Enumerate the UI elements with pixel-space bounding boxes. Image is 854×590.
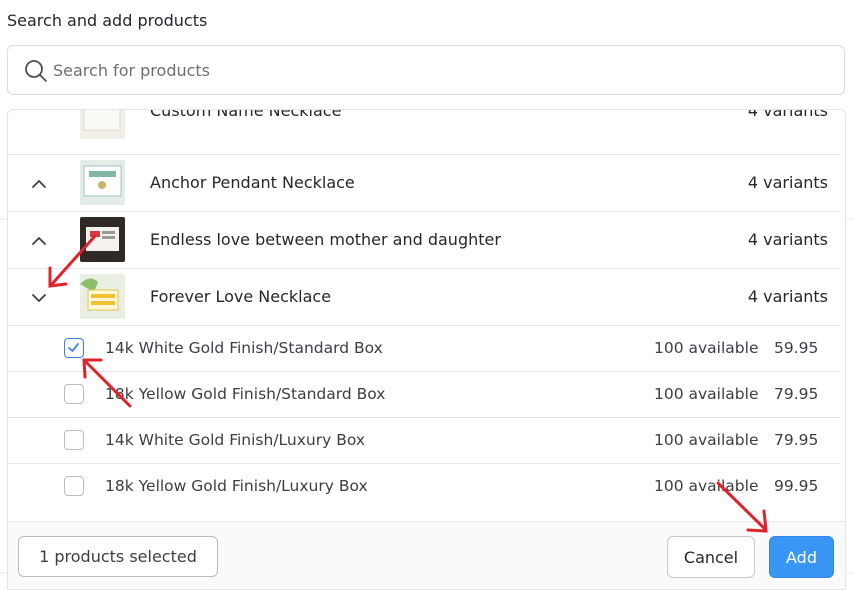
variant-availability: 100 available <box>654 385 759 403</box>
product-row[interactable]: Anchor Pendant Necklace 4 variants <box>8 155 840 212</box>
product-name: Forever Love Necklace <box>150 287 332 306</box>
product-name: Anchor Pendant Necklace <box>150 173 355 192</box>
product-thumbnail <box>80 160 125 205</box>
variant-price: 79.95 <box>774 431 819 449</box>
product-row[interactable]: Custom Name Necklace 4 variants <box>8 110 840 155</box>
product-thumbnail <box>80 217 125 262</box>
add-button[interactable]: Add <box>769 536 834 578</box>
variant-name: 14k White Gold Finish/Luxury Box <box>105 431 366 449</box>
product-picker-panel: Custom Name Necklace 4 variants Anchor P… <box>7 109 846 590</box>
variant-checkbox[interactable] <box>64 476 84 496</box>
variant-row[interactable]: 14k White Gold Finish/Luxury Box 100 ava… <box>8 418 840 464</box>
checkmark-icon <box>68 343 79 352</box>
variant-checkbox[interactable] <box>64 384 84 404</box>
product-row[interactable]: Forever Love Necklace 4 variants <box>8 269 840 326</box>
variant-price: 99.95 <box>774 477 819 495</box>
variant-availability: 100 available <box>654 477 759 495</box>
variant-row[interactable]: 14k White Gold Finish/Standard Box 100 a… <box>8 326 840 372</box>
variant-availability: 100 available <box>654 339 759 357</box>
variant-checkbox[interactable] <box>64 430 84 450</box>
search-placeholder: Search for products <box>53 61 211 80</box>
product-thumbnail <box>80 110 125 139</box>
product-variant-count: 4 variants <box>747 287 828 306</box>
product-variant-count: 4 variants <box>747 230 828 249</box>
product-name: Endless love between mother and daughter <box>150 230 501 249</box>
product-list[interactable]: Custom Name Necklace 4 variants Anchor P… <box>8 110 845 521</box>
variant-price: 79.95 <box>774 385 819 403</box>
page-title: Search and add products <box>7 11 208 30</box>
variant-name: 18k Yellow Gold Finish/Standard Box <box>105 385 386 403</box>
product-row[interactable]: Endless love between mother and daughter… <box>8 212 840 269</box>
chevron-down-icon[interactable] <box>30 289 48 307</box>
product-name: Custom Name Necklace <box>150 110 342 120</box>
variant-availability: 100 available <box>654 431 759 449</box>
variant-price: 59.95 <box>774 339 819 357</box>
variant-row[interactable]: 18k Yellow Gold Finish/Luxury Box 100 av… <box>8 464 840 510</box>
cancel-button[interactable]: Cancel <box>667 536 755 578</box>
product-variant-count: 4 variants <box>747 110 828 120</box>
product-variant-count: 4 variants <box>747 173 828 192</box>
variant-name: 14k White Gold Finish/Standard Box <box>105 339 383 357</box>
variant-row[interactable]: 18k Yellow Gold Finish/Standard Box 100 … <box>8 372 840 418</box>
picker-footer: 1 products selected Cancel Add <box>8 521 845 589</box>
variant-checkbox[interactable] <box>64 338 84 358</box>
variant-name: 18k Yellow Gold Finish/Luxury Box <box>105 477 368 495</box>
search-icon <box>25 60 47 82</box>
search-input[interactable]: Search for products <box>7 45 845 95</box>
products-selected-button[interactable]: 1 products selected <box>18 536 218 577</box>
product-thumbnail <box>80 274 125 319</box>
chevron-up-icon[interactable] <box>30 175 48 193</box>
chevron-up-icon[interactable] <box>30 232 48 250</box>
